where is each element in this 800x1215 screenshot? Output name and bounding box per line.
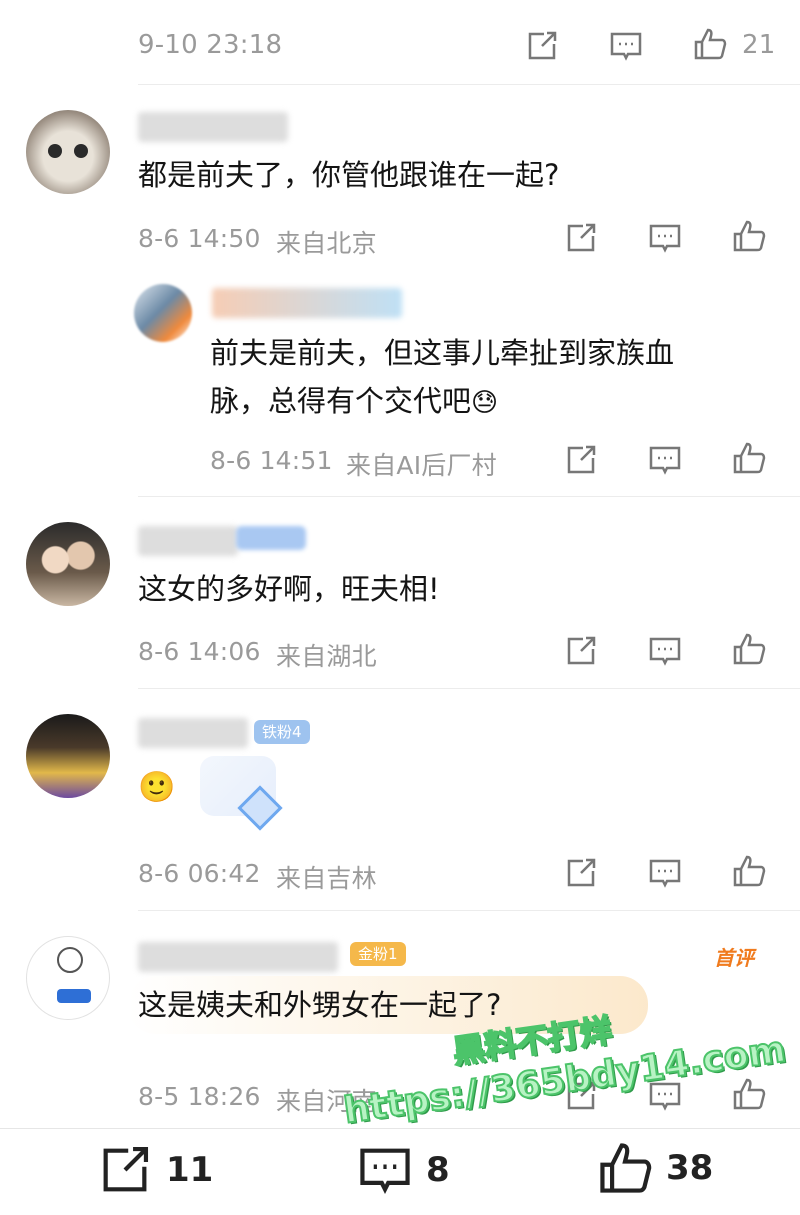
bottom-action-bar: 11 8 38 (0, 1128, 800, 1215)
avatar[interactable] (26, 110, 110, 194)
comment-action[interactable]: 8 (356, 1141, 450, 1199)
username-blurred[interactable] (138, 942, 338, 972)
comment-time: 8-6 14:51 (210, 446, 333, 475)
divider (138, 496, 800, 497)
smile-emoji-icon: 🙂 (138, 770, 176, 805)
reply-text-line1: 前夫是前夫，但这事儿牵扯到家族血 (210, 336, 675, 370)
like-icon[interactable] (692, 26, 728, 62)
comment-location: 来自湖北 (276, 642, 377, 671)
comment-location: 来自AI后厂村 (346, 451, 497, 480)
top-timestamp: 9-10 23:18 (138, 30, 283, 60)
username-blurred[interactable] (138, 112, 288, 142)
share-icon[interactable] (524, 28, 560, 64)
like-count: 38 (666, 1148, 714, 1188)
fan-badge: 金粉1 (350, 942, 406, 966)
avatar[interactable] (26, 522, 110, 606)
like-icon[interactable] (731, 631, 767, 667)
comment-time: 8-6 06:42 (138, 859, 261, 888)
like-icon[interactable] (731, 218, 767, 254)
comment-icon[interactable] (647, 442, 683, 478)
username-blurred[interactable] (138, 718, 248, 748)
share-count: 11 (166, 1150, 214, 1190)
share-icon[interactable] (563, 442, 599, 478)
divider (138, 84, 800, 85)
comment-icon (356, 1141, 414, 1199)
comment-icon[interactable] (608, 28, 644, 64)
comment-time: 8-6 14:50 (138, 224, 261, 253)
comment-text: 都是前夫了，你管他跟谁在一起? (138, 158, 560, 192)
avatar[interactable] (134, 284, 192, 342)
username-blurred[interactable] (138, 526, 238, 556)
like-icon (596, 1139, 654, 1197)
reply-text-line2: 脉，总得有个交代吧😓 (210, 378, 498, 426)
divider (138, 688, 800, 689)
avatar[interactable] (26, 936, 110, 1020)
fan-badge (236, 526, 306, 550)
comment-text: 这是姨夫和外甥女在一起了? (138, 988, 502, 1022)
comment-location: 来自北京 (276, 229, 377, 258)
sweat-emoji-icon: 😓 (471, 388, 499, 418)
comment-icon[interactable] (647, 855, 683, 891)
share-icon[interactable] (563, 855, 599, 891)
avatar[interactable] (26, 714, 110, 798)
username-blurred[interactable] (212, 288, 402, 318)
share-icon (96, 1141, 154, 1199)
top-comment-tag: 首评 (714, 946, 754, 970)
like-icon[interactable] (731, 853, 767, 889)
divider (138, 910, 800, 911)
like-action[interactable]: 38 (596, 1139, 713, 1197)
like-icon[interactable] (731, 1076, 767, 1112)
comment-count: 8 (426, 1150, 450, 1190)
comment-text: 这女的多好啊，旺夫相! (138, 572, 440, 606)
share-icon[interactable] (563, 220, 599, 256)
comment-icon[interactable] (647, 220, 683, 256)
top-like-count: 21 (742, 30, 776, 60)
comment-time: 8-5 18:26 (138, 1082, 261, 1111)
share-action[interactable]: 11 (96, 1141, 213, 1199)
fan-badge: 铁粉4 (254, 720, 310, 744)
reply-text: 脉，总得有个交代吧 (210, 384, 472, 418)
comment-time: 8-6 14:06 (138, 637, 261, 666)
like-icon[interactable] (731, 440, 767, 476)
comment-icon[interactable] (647, 633, 683, 669)
share-icon[interactable] (563, 633, 599, 669)
comment-location: 来自吉林 (276, 864, 377, 893)
